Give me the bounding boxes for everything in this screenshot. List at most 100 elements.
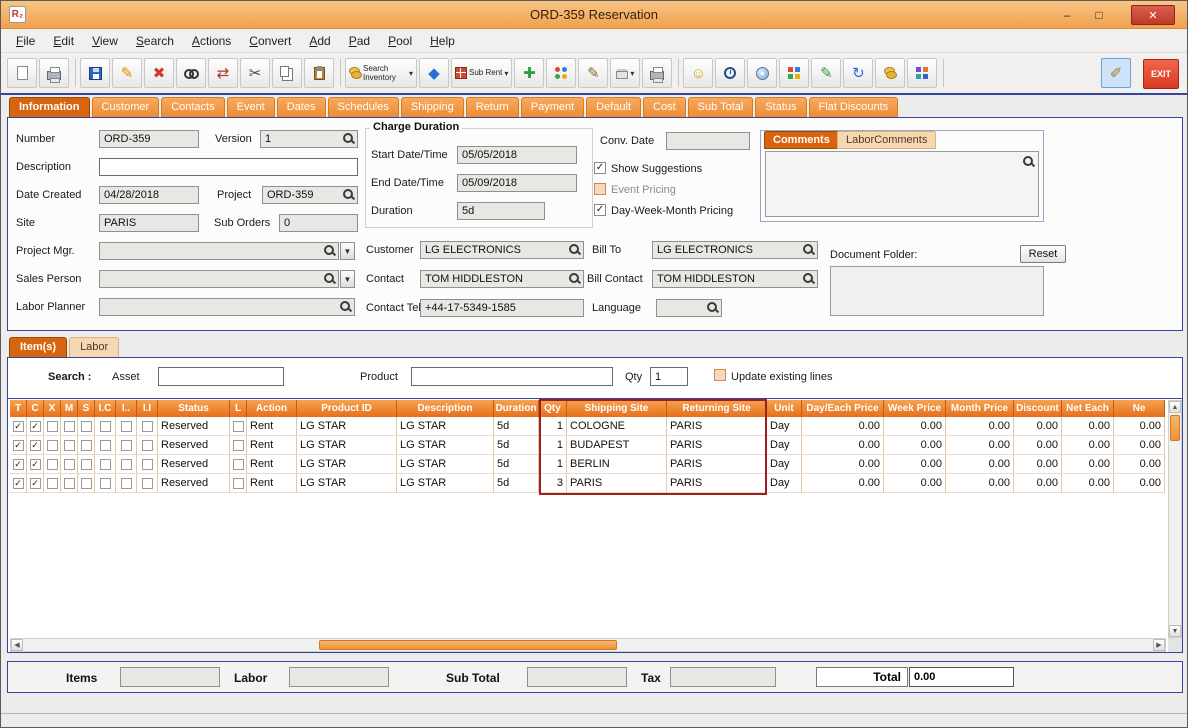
row-checkbox-ic[interactable]	[100, 421, 111, 432]
menu-add[interactable]: Add	[300, 29, 339, 53]
contact-tel-field[interactable]: +44-17-5349-1585	[420, 299, 584, 317]
row-checkbox-c[interactable]	[30, 478, 41, 489]
row-checkbox-x[interactable]	[47, 421, 58, 432]
cell-t[interactable]	[10, 417, 27, 436]
cell-c[interactable]	[27, 417, 44, 436]
menu-help[interactable]: Help	[421, 29, 464, 53]
add-icon[interactable]: ✚	[514, 58, 544, 88]
description-field[interactable]	[99, 158, 358, 176]
bill-to-field[interactable]: LG ELECTRONICS	[652, 241, 818, 259]
cell-m[interactable]	[61, 417, 78, 436]
chevron-down-icon[interactable]: ▾	[504, 69, 508, 78]
delete-icon[interactable]: ✖	[144, 58, 174, 88]
row-checkbox-l[interactable]	[233, 478, 244, 489]
bill-to-lookup-icon[interactable]	[802, 243, 815, 256]
row-checkbox-ic[interactable]	[100, 459, 111, 470]
language-lookup-icon[interactable]	[706, 301, 719, 314]
col-header-i[interactable]: I..	[116, 400, 137, 417]
clock-icon[interactable]	[715, 58, 745, 88]
row-checkbox-ii[interactable]	[142, 478, 153, 489]
cell-l[interactable]	[230, 474, 247, 493]
cubes-icon[interactable]	[779, 58, 809, 88]
row-checkbox-m[interactable]	[64, 478, 75, 489]
cell-ii[interactable]	[137, 417, 158, 436]
row-checkbox-ii[interactable]	[142, 421, 153, 432]
row-checkbox-c[interactable]	[30, 440, 41, 451]
scroll-right-button[interactable]: ▶	[1153, 639, 1165, 651]
col-header-x[interactable]: X	[44, 400, 61, 417]
scroll-up-button[interactable]: ▲	[1169, 401, 1181, 413]
sub-rent-button[interactable]: Sub Rent▾	[451, 58, 512, 88]
cell-ic[interactable]	[95, 455, 116, 474]
menu-actions[interactable]: Actions	[183, 29, 240, 53]
tab-event[interactable]: Event	[227, 97, 275, 117]
update-existing-lines-checkbox[interactable]	[714, 369, 726, 381]
table-row[interactable]: ReservedRentLG STARLG STAR5d1BERLINPARIS…	[10, 455, 1165, 474]
cell-s[interactable]	[78, 436, 95, 455]
cell-ip[interactable]	[116, 417, 137, 436]
chevron-down-icon[interactable]: ▾	[409, 69, 413, 78]
sales-person-lookup-icon[interactable]	[323, 272, 336, 285]
script-edit-icon[interactable]: ✎	[811, 58, 841, 88]
customer-field[interactable]: LG ELECTRONICS	[420, 241, 584, 259]
link-icon[interactable]: ↻	[843, 58, 873, 88]
document-folder-box[interactable]	[830, 266, 1044, 316]
tab-comments[interactable]: Comments	[764, 131, 839, 149]
save-icon[interactable]	[80, 58, 110, 88]
menu-edit[interactable]: Edit	[44, 29, 83, 53]
row-checkbox-ic[interactable]	[100, 478, 111, 489]
maximize-button[interactable]: □	[1085, 5, 1113, 25]
cell-x[interactable]	[44, 474, 61, 493]
tab-return[interactable]: Return	[466, 97, 519, 117]
copy-icon[interactable]	[272, 58, 302, 88]
row-checkbox-s[interactable]	[81, 478, 92, 489]
event-pricing-checkbox[interactable]	[594, 183, 606, 195]
version-lookup-icon[interactable]	[342, 132, 355, 145]
sales-person-dropdown-button[interactable]: ▼	[340, 270, 355, 288]
tab-items[interactable]: Item(s)	[9, 337, 67, 357]
cell-ip[interactable]	[116, 436, 137, 455]
smiley-icon[interactable]: ☺	[683, 58, 713, 88]
cell-t[interactable]	[10, 474, 27, 493]
menu-file[interactable]: File	[7, 29, 44, 53]
close-button[interactable]: ✕	[1131, 5, 1175, 25]
scroll-down-button[interactable]: ▼	[1169, 625, 1181, 637]
bill-contact-lookup-icon[interactable]	[802, 272, 815, 285]
row-checkbox-m[interactable]	[64, 459, 75, 470]
row-checkbox-l[interactable]	[233, 459, 244, 470]
comments-lookup-icon[interactable]	[1022, 155, 1035, 168]
money-icon[interactable]	[875, 58, 905, 88]
tab-flat-discounts[interactable]: Flat Discounts	[809, 97, 899, 117]
tab-contacts[interactable]: Contacts	[161, 97, 224, 117]
cell-ii[interactable]	[137, 474, 158, 493]
row-checkbox-t[interactable]	[13, 421, 24, 432]
blocks-icon[interactable]	[907, 58, 937, 88]
exit-button[interactable]: EXIT	[1143, 59, 1179, 89]
cut-icon[interactable]: ✂	[240, 58, 270, 88]
row-checkbox-t[interactable]	[13, 478, 24, 489]
end-date-field[interactable]: 05/09/2018	[457, 174, 577, 192]
row-checkbox-ip[interactable]	[121, 440, 132, 451]
col-header-shipping-site[interactable]: Shipping Site	[567, 400, 667, 417]
edit-icon[interactable]: ✎	[112, 58, 142, 88]
row-checkbox-m[interactable]	[64, 440, 75, 451]
col-header-i-c[interactable]: I.C	[95, 400, 116, 417]
col-header-m[interactable]: M	[61, 400, 78, 417]
col-header-qty[interactable]: Qty	[539, 400, 567, 417]
tab-status[interactable]: Status	[755, 97, 806, 117]
col-header-discount[interactable]: Discount	[1014, 400, 1062, 417]
disc-icon[interactable]	[747, 58, 777, 88]
row-checkbox-l[interactable]	[233, 421, 244, 432]
cell-x[interactable]	[44, 417, 61, 436]
find-icon[interactable]	[176, 58, 206, 88]
row-checkbox-s[interactable]	[81, 459, 92, 470]
cell-t[interactable]	[10, 455, 27, 474]
cell-s[interactable]	[78, 474, 95, 493]
cell-t[interactable]	[10, 436, 27, 455]
row-checkbox-t[interactable]	[13, 440, 24, 451]
search-inventory-button[interactable]: Search Inventory▾	[345, 58, 417, 88]
sales-person-field[interactable]	[99, 270, 339, 288]
labor-planner-field[interactable]	[99, 298, 355, 316]
highlight-wand-icon[interactable]: ✐	[1101, 58, 1131, 88]
replace-icon[interactable]: ⇄	[208, 58, 238, 88]
